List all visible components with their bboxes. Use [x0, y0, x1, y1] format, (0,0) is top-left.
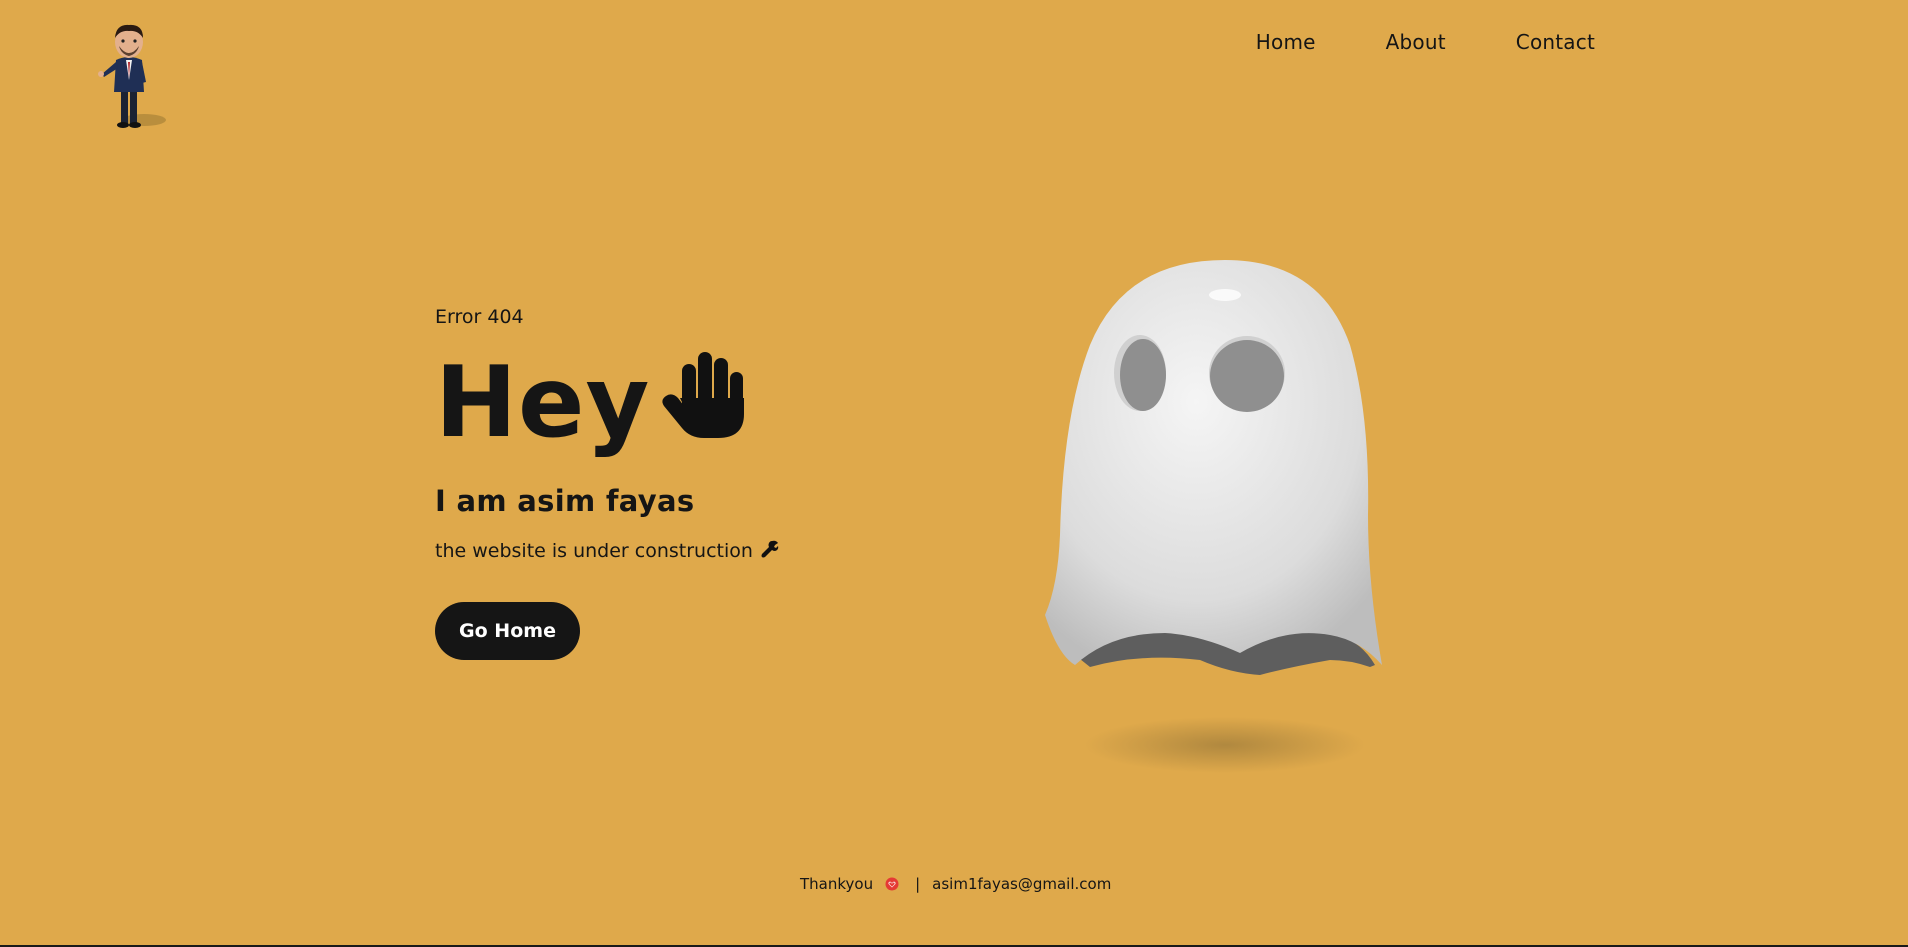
footer-content: Thankyou | asim1fayas@gmail.com [800, 875, 1111, 893]
nav-item-about[interactable]: About [1386, 30, 1446, 54]
nav-item-home[interactable]: Home [1256, 30, 1316, 54]
go-home-button[interactable]: Go Home [435, 602, 580, 660]
main-nav: Home About Contact [1256, 30, 1595, 54]
footer-thanks: Thankyou [800, 875, 874, 893]
ghost-illustration [1045, 260, 1382, 773]
hero-section: Error 404 Hey I am asim fayas the websit… [435, 306, 779, 660]
footer-separator: | [915, 875, 921, 893]
greeting-heading: Hey [435, 346, 651, 460]
heart-icon [885, 877, 899, 891]
footer-email[interactable]: asim1fayas@gmail.com [932, 875, 1111, 893]
avatar-logo[interactable] [92, 20, 172, 132]
greeting-row: Hey [435, 342, 779, 452]
wrench-icon [761, 540, 779, 558]
subtitle-row: the website is under construction [435, 540, 779, 562]
intro-name: I am asim fayas [435, 484, 695, 518]
error-code: Error 404 [435, 306, 524, 328]
nav-item-contact[interactable]: Contact [1516, 30, 1595, 54]
construction-message: the website is under construction [435, 540, 753, 562]
raised-hand-icon [662, 352, 745, 438]
